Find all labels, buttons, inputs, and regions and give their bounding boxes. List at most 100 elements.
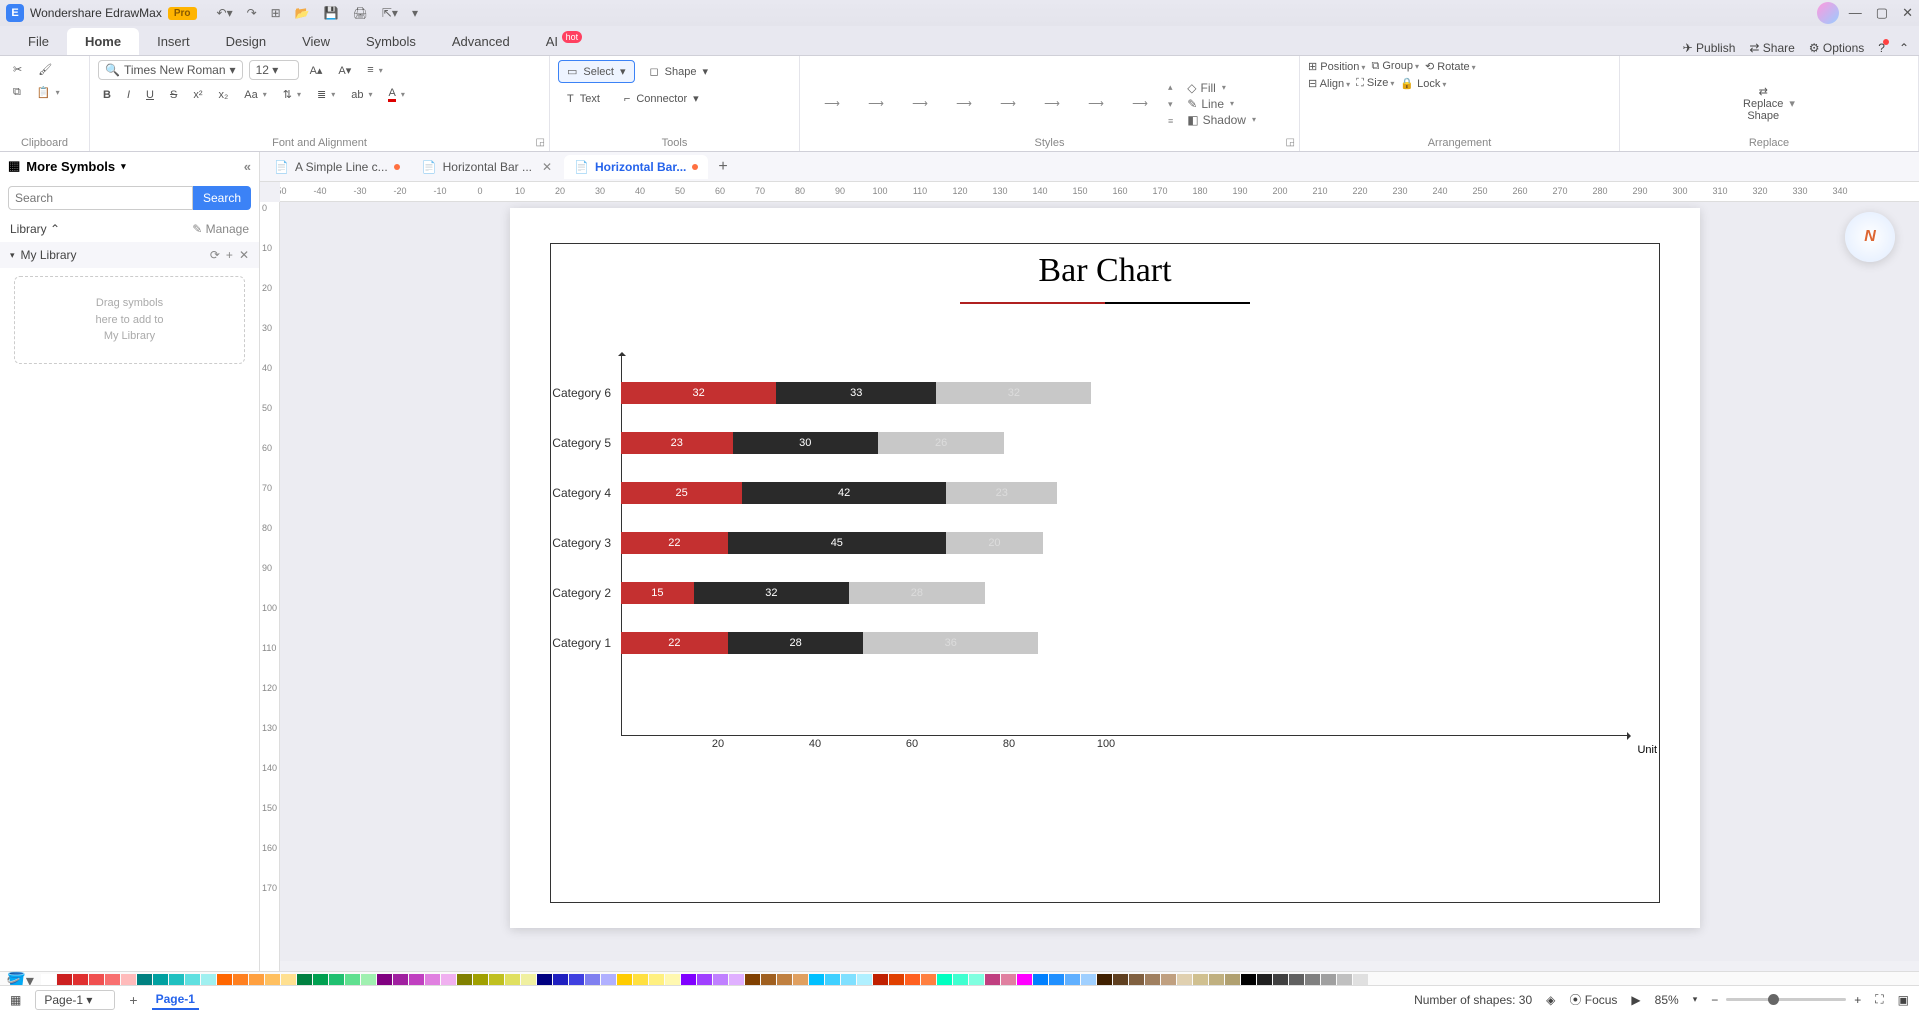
select-tool[interactable]: ▭ Select ▾ xyxy=(558,60,635,83)
zoom-value[interactable]: 85% xyxy=(1655,993,1679,1007)
arrow-style-1[interactable]: ⟶ xyxy=(812,95,852,113)
layers-button[interactable]: ◈ xyxy=(1546,993,1555,1007)
share-button[interactable]: ⇄ Share xyxy=(1749,41,1794,55)
collapse-ribbon-button[interactable]: ⌃ xyxy=(1899,41,1909,55)
font-size-select[interactable]: 12 ▾ xyxy=(249,60,299,80)
ai-assistant-button[interactable]: N xyxy=(1845,212,1895,262)
doc-tab-3[interactable]: 📄 Horizontal Bar... xyxy=(564,155,708,179)
library-close-button[interactable]: ✕ xyxy=(239,248,249,262)
save-button[interactable]: 💾 xyxy=(324,6,339,20)
doc-tab-1[interactable]: 📄 A Simple Line c... xyxy=(264,155,410,179)
highlight-button[interactable]: ab xyxy=(346,86,377,104)
new-button[interactable]: ⊞ xyxy=(271,6,281,20)
arrow-style-5[interactable]: ⟶ xyxy=(988,95,1028,113)
focus-button[interactable]: ⦿ Focus xyxy=(1569,991,1617,1008)
arrow-style-3[interactable]: ⟶ xyxy=(900,95,940,113)
group-button[interactable]: ⧉ Group xyxy=(1371,60,1419,73)
vertical-ruler[interactable]: 0102030405060708090100110120130140150160… xyxy=(260,202,280,985)
publish-button[interactable]: ✈ Publish xyxy=(1683,41,1736,55)
page-tab-1[interactable]: Page-1 xyxy=(152,990,199,1010)
lock-button[interactable]: 🔒 Lock xyxy=(1400,77,1446,90)
underline-button[interactable]: U xyxy=(141,86,159,104)
zoom-slider[interactable]: − + xyxy=(1711,993,1861,1007)
size-button[interactable]: ⛶ Size xyxy=(1356,77,1394,90)
doc-tab-2[interactable]: 📄 Horizontal Bar ... ✕ xyxy=(412,155,562,179)
menu-home[interactable]: Home xyxy=(67,28,139,55)
menu-insert[interactable]: Insert xyxy=(139,28,208,55)
open-button[interactable]: 📂 xyxy=(295,6,310,20)
position-button[interactable]: ⊞ Position xyxy=(1308,60,1365,73)
add-page-button[interactable]: + xyxy=(129,992,137,1008)
copy-button[interactable]: ⧉ xyxy=(8,83,26,102)
cut-button[interactable]: ✂ xyxy=(8,60,27,79)
zoom-out-button[interactable]: − xyxy=(1711,993,1718,1007)
arrow-style-2[interactable]: ⟶ xyxy=(856,95,896,113)
gallery-up-button[interactable]: ▴ xyxy=(1168,82,1173,93)
case-button[interactable]: Aa xyxy=(239,86,271,104)
user-avatar[interactable] xyxy=(1817,2,1839,24)
text-align-button[interactable]: ≡ xyxy=(362,61,387,79)
zoom-in-button[interactable]: + xyxy=(1854,993,1861,1007)
bullets-button[interactable]: ≣ xyxy=(312,85,340,104)
library-drop-zone[interactable]: Drag symbols here to add to My Library xyxy=(14,276,245,364)
more-symbols-label[interactable]: More Symbols xyxy=(26,159,115,174)
text-tool[interactable]: T Text xyxy=(558,88,609,110)
options-button[interactable]: ⚙ Options xyxy=(1809,41,1864,55)
add-tab-button[interactable]: + xyxy=(710,154,735,180)
connector-style-gallery[interactable]: ⟶ ⟶ ⟶ ⟶ ⟶ ⟶ ⟶ ⟶ xyxy=(808,91,1164,117)
rotate-button[interactable]: ⟲ Rotate xyxy=(1425,60,1476,73)
undo-button[interactable]: ↶▾ xyxy=(217,6,233,20)
strike-button[interactable]: S xyxy=(165,86,182,104)
page-select[interactable]: Page-1 ▾ xyxy=(35,990,115,1010)
format-painter-button[interactable]: 🖌 xyxy=(33,60,57,79)
export-button[interactable]: ⇱▾ xyxy=(382,6,398,20)
align-button[interactable]: ⊟ Align xyxy=(1308,77,1350,90)
styles-dialog-launcher[interactable]: ◲ xyxy=(1286,137,1295,148)
menu-view[interactable]: View xyxy=(284,28,348,55)
help-button[interactable]: ? xyxy=(1878,41,1885,55)
presentation-button[interactable]: ▶ xyxy=(1631,993,1640,1007)
shape-tool[interactable]: ◻ Shape ▾ xyxy=(641,60,717,83)
arrow-style-7[interactable]: ⟶ xyxy=(1076,95,1116,113)
fit-page-button[interactable]: ⛶ xyxy=(1875,992,1883,1007)
subscript-button[interactable]: x₂ xyxy=(213,86,233,104)
bold-button[interactable]: B xyxy=(98,86,116,104)
library-refresh-button[interactable]: ⟳ xyxy=(210,248,220,262)
symbol-search-button[interactable]: Search xyxy=(193,186,251,210)
menu-advanced[interactable]: Advanced xyxy=(434,28,528,55)
replace-more-button[interactable]: ▾ xyxy=(1789,97,1795,110)
horizontal-ruler[interactable]: -50-40-30-20-100102030405060708090100110… xyxy=(280,182,1919,202)
print-button[interactable]: 🖨 xyxy=(353,6,368,20)
line-button[interactable]: ✎ Line xyxy=(1187,97,1256,111)
fill-button[interactable]: ◇ Fill xyxy=(1187,81,1256,95)
minimize-button[interactable]: — xyxy=(1849,5,1862,21)
symbol-search-input[interactable] xyxy=(8,186,193,210)
my-library-toggle[interactable]: My Library xyxy=(21,248,77,262)
library-toggle[interactable]: Library ⌃ xyxy=(10,222,60,236)
italic-button[interactable]: I xyxy=(122,86,135,104)
qat-more-button[interactable]: ▾ xyxy=(412,6,418,20)
shadow-button[interactable]: ◧ Shadow xyxy=(1187,113,1256,127)
maximize-button[interactable]: ▢ xyxy=(1876,5,1888,21)
font-family-select[interactable]: 🔍 Times New Roman▾ xyxy=(98,60,243,80)
canvas-viewport[interactable]: Bar Chart 20406080100 Unit Category 6323… xyxy=(280,202,1919,961)
arrow-style-4[interactable]: ⟶ xyxy=(944,95,984,113)
arrow-style-8[interactable]: ⟶ xyxy=(1120,95,1160,113)
close-button[interactable]: ✕ xyxy=(1902,5,1913,21)
fullscreen-button[interactable]: ▣ xyxy=(1898,993,1909,1007)
decrease-font-button[interactable]: A▾ xyxy=(333,61,356,80)
paste-button[interactable]: 📋 xyxy=(32,83,65,102)
manage-button[interactable]: ✎ Manage xyxy=(192,222,249,236)
arrow-style-6[interactable]: ⟶ xyxy=(1032,95,1072,113)
drawing-page[interactable]: Bar Chart 20406080100 Unit Category 6323… xyxy=(510,208,1700,928)
font-color-button[interactable]: A xyxy=(383,84,409,105)
menu-symbols[interactable]: Symbols xyxy=(348,28,434,55)
increase-font-button[interactable]: A▴ xyxy=(305,61,328,80)
gallery-more-button[interactable]: ≡ xyxy=(1168,116,1173,126)
superscript-button[interactable]: x² xyxy=(188,86,207,104)
menu-file[interactable]: File xyxy=(10,28,67,55)
redo-button[interactable]: ↷ xyxy=(247,6,257,20)
menu-design[interactable]: Design xyxy=(208,28,284,55)
close-tab-button[interactable]: ✕ xyxy=(542,160,552,174)
replace-shape-button[interactable]: ⇄ Replace Shape xyxy=(1743,85,1783,122)
